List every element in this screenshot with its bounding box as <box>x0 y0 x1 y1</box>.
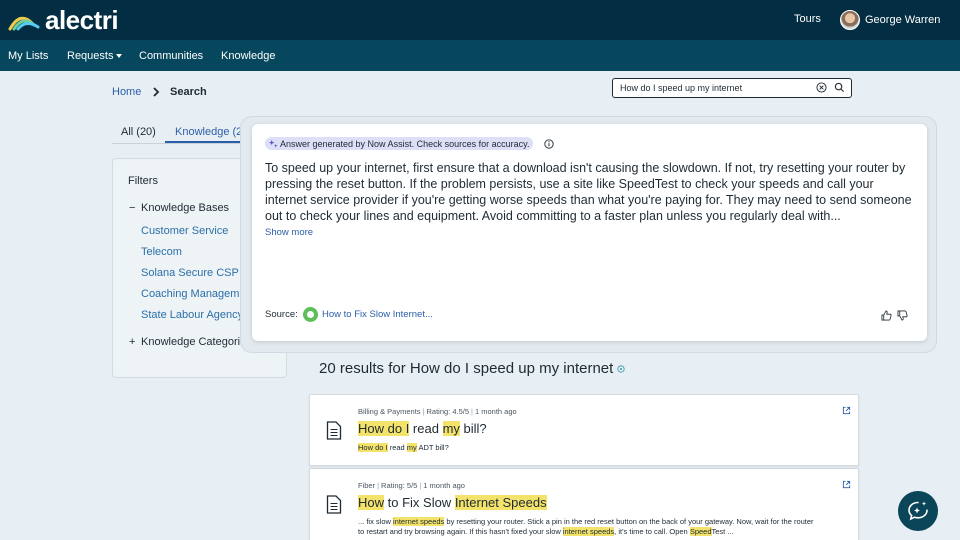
source-link[interactable]: How to Fix Slow Internet... <box>322 309 433 320</box>
title-text: read <box>409 421 443 436</box>
highlight: internet speeds <box>562 527 615 536</box>
result-card[interactable]: Billing & Payments | Rating: 4.5/5 | 1 month… <box>309 394 859 466</box>
chat-assist-button[interactable] <box>898 491 938 531</box>
snippet-text: to restart and try browsing again. If th… <box>358 527 563 536</box>
result-meta: Fiber | Rating: 5/5 | 1 month ago <box>358 481 465 490</box>
result-snippet-line-1: ... fix slow internet speeds by resettin… <box>358 517 848 527</box>
nav-item-knowledge[interactable]: Knowledge <box>221 50 275 62</box>
source-icon <box>303 307 318 322</box>
highlight: Internet Speeds <box>454 495 547 510</box>
snippet-text: by resetting your router. Stick a pin in… <box>444 517 814 526</box>
info-icon[interactable] <box>544 139 554 149</box>
result-title[interactable]: How to Fix Slow Internet Speeds <box>358 495 547 510</box>
info-icon[interactable] <box>617 364 625 373</box>
tabs-divider <box>112 143 247 144</box>
tab-all[interactable]: All (20) <box>121 126 156 138</box>
highlight: Speed <box>689 527 712 536</box>
result-rating: Rating: 4.5/5 <box>426 407 470 416</box>
knowledge-categories-expand-toggle[interactable]: + <box>129 336 135 348</box>
snippet-text: read <box>387 443 407 452</box>
result-meta: Billing & Payments | Rating: 4.5/5 | 1 month… <box>358 407 517 416</box>
main-nav: My Lists Requests Communities Knowledge <box>0 40 960 71</box>
knowledge-bases-heading[interactable]: Knowledge Bases <box>141 202 229 214</box>
highlight: How do I <box>358 443 388 452</box>
result-age: 1 month ago <box>423 481 465 490</box>
highlight: How do I <box>358 421 410 436</box>
top-header: alectri Tours George Warren <box>0 0 960 40</box>
chevron-down-icon <box>116 54 123 59</box>
results-summary-text: 20 results for How do I speed up my inte… <box>319 360 614 377</box>
filter-kb-customer-service[interactable]: Customer Service <box>141 225 228 237</box>
snippet-text: ADT bill? <box>416 443 449 452</box>
user-menu[interactable]: George Warren <box>840 10 940 30</box>
search-icon[interactable] <box>834 82 845 93</box>
tab-active-indicator <box>165 141 245 143</box>
knowledge-categories-heading[interactable]: Knowledge Categories <box>141 336 252 348</box>
brand-name: alectri <box>45 5 119 35</box>
source-label: Source: <box>265 309 298 320</box>
snippet-text: , it's time to call. Open <box>614 527 690 536</box>
nav-item-communities[interactable]: Communities <box>139 50 203 62</box>
external-link-icon[interactable] <box>842 480 851 489</box>
result-age: 1 month ago <box>474 407 517 416</box>
avatar <box>840 10 860 30</box>
nav-item-my-lists[interactable]: My Lists <box>8 50 48 62</box>
title-text: to Fix Slow <box>384 495 455 510</box>
document-icon <box>326 421 342 440</box>
highlight: How <box>358 495 385 510</box>
search-input[interactable] <box>620 81 810 95</box>
user-name: George Warren <box>865 14 941 26</box>
external-link-icon[interactable] <box>842 406 851 415</box>
snippet-text: Test ... <box>711 527 734 536</box>
result-category: Fiber <box>358 481 376 490</box>
highlight: internet speeds <box>393 517 445 526</box>
results-summary: 20 results for How do I speed up my inte… <box>319 360 625 377</box>
thumbs-up-icon[interactable] <box>881 310 892 321</box>
result-snippet-line-2: to restart and try browsing again. If th… <box>358 527 848 537</box>
chevron-right-icon <box>153 87 160 97</box>
chat-assist-icon <box>908 501 928 521</box>
result-rating: Rating: 5/5 <box>381 481 418 490</box>
ai-answer-text: To speed up your internet, first ensure … <box>265 161 912 223</box>
breadcrumb-current: Search <box>170 86 207 98</box>
filter-kb-state-labour-agency[interactable]: State Labour Agency <box>141 309 243 321</box>
filter-kb-telecom[interactable]: Telecom <box>141 246 182 258</box>
nav-item-requests-label: Requests <box>67 50 114 62</box>
filters-title: Filters <box>128 175 158 187</box>
tours-link[interactable]: Tours <box>794 13 821 25</box>
nav-item-requests[interactable]: Requests <box>67 50 123 62</box>
ai-badge-text: Answer generated by Now Assist. Check so… <box>280 138 530 149</box>
result-snippet: How do I read my ADT bill? <box>358 443 848 453</box>
title-text: bill? <box>459 421 487 436</box>
breadcrumb-home[interactable]: Home <box>112 86 141 98</box>
ai-answer-card: Answer generated by Now Assist. Check so… <box>252 124 927 341</box>
snippet-text: ... fix slow <box>358 517 394 526</box>
filter-kb-solana-secure-csp[interactable]: Solana Secure CSP <box>141 267 239 279</box>
sparkle-icon <box>269 139 278 148</box>
filter-kb-coaching-management[interactable]: Coaching Management <box>141 288 255 300</box>
thumbs-down-icon[interactable] <box>897 310 908 321</box>
brand-logo[interactable]: alectri <box>8 5 119 35</box>
result-category: Billing & Payments <box>358 407 421 416</box>
logo-arc-icon <box>8 16 40 31</box>
highlight: my <box>406 443 417 452</box>
result-title[interactable]: How do I read my bill? <box>358 421 487 436</box>
search-box <box>612 78 852 98</box>
show-more-link[interactable]: Show more <box>265 227 313 238</box>
knowledge-bases-collapse-toggle[interactable]: − <box>129 202 135 214</box>
highlight: my <box>442 421 460 436</box>
result-card[interactable]: Fiber | Rating: 5/5 | 1 month ago How to Fix… <box>309 468 859 540</box>
clear-icon[interactable] <box>816 82 827 93</box>
ai-badge: Answer generated by Now Assist. Check so… <box>265 137 534 150</box>
document-icon <box>326 495 342 514</box>
